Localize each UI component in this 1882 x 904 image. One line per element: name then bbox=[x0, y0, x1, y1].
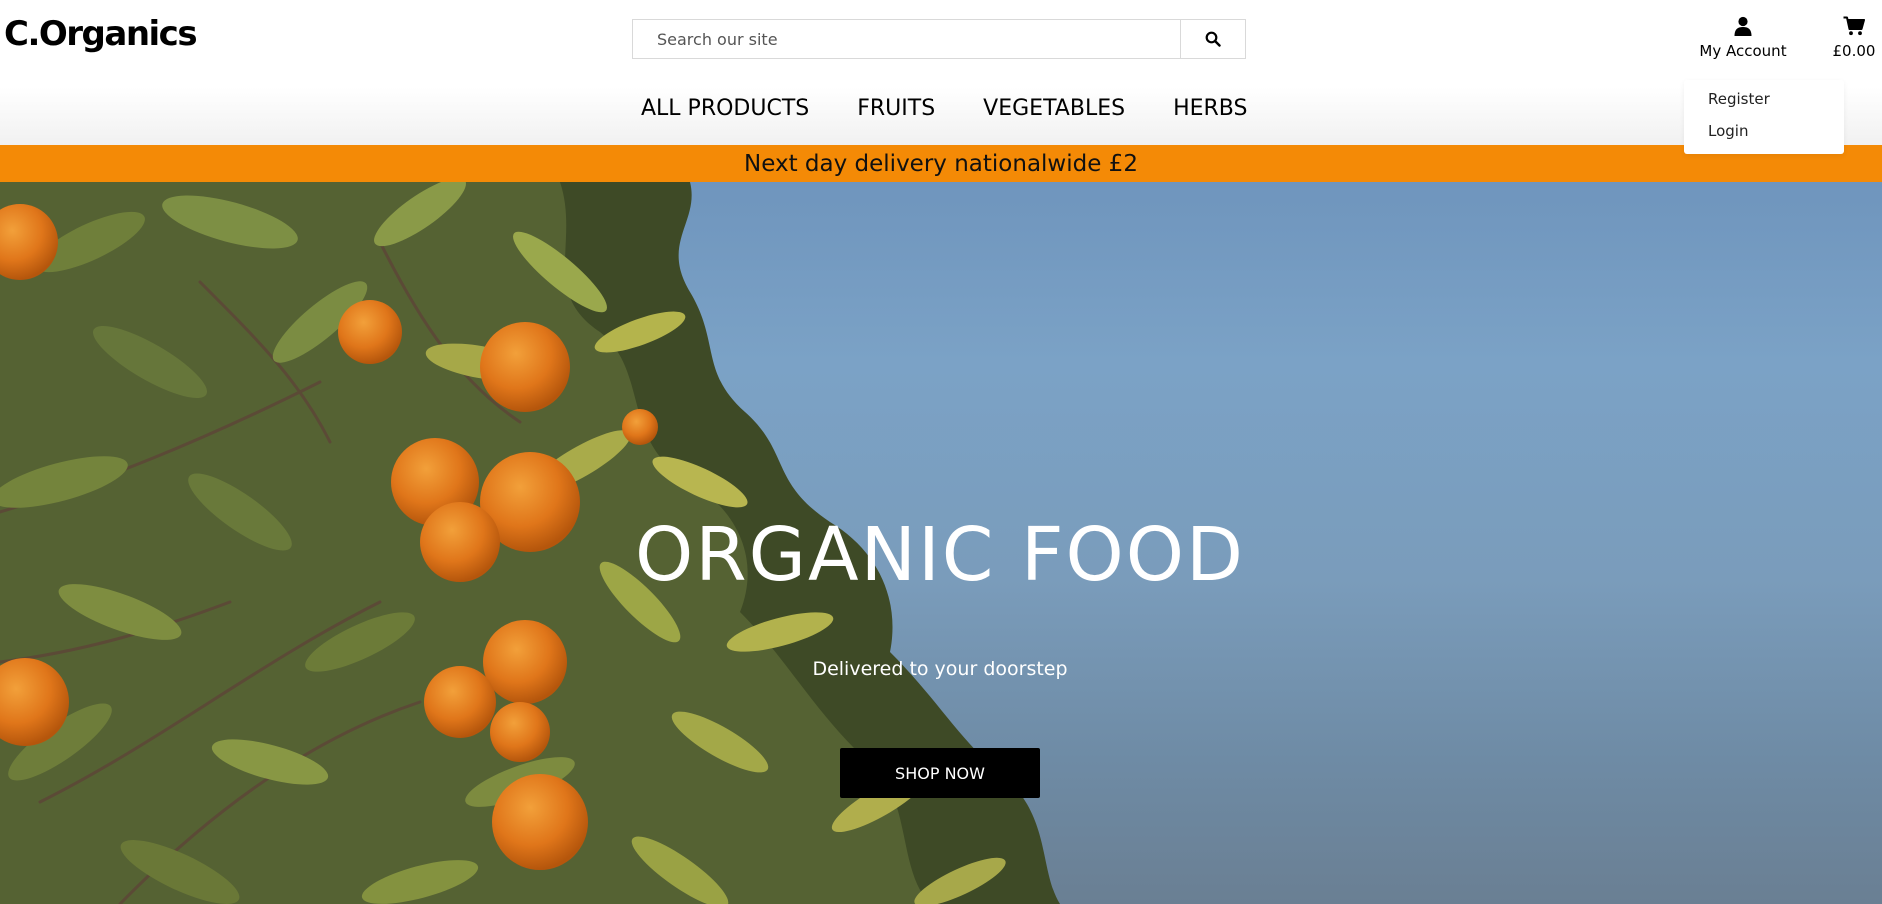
shop-now-button[interactable]: SHOP NOW bbox=[840, 748, 1040, 798]
nav-fruits[interactable]: FRUITS bbox=[857, 96, 935, 121]
account-dropdown: Register Login bbox=[1684, 80, 1844, 154]
register-link[interactable]: Register bbox=[1684, 83, 1844, 115]
cart-icon bbox=[1843, 16, 1865, 36]
delivery-banner: Next day delivery nationalwide £2 bbox=[0, 145, 1882, 182]
hero-title: ORGANIC FOOD bbox=[634, 512, 1246, 598]
user-icon bbox=[1734, 16, 1752, 36]
cart-button[interactable]: £0.00 bbox=[1826, 16, 1882, 60]
site-header: C.Organics ALL PRODUCTS FRUITS VEGETABLE… bbox=[0, 0, 1882, 154]
site-logo[interactable]: C.Organics bbox=[4, 14, 198, 54]
search-button[interactable] bbox=[1180, 20, 1245, 58]
nav-vegetables[interactable]: VEGETABLES bbox=[983, 96, 1125, 121]
nav-herbs[interactable]: HERBS bbox=[1173, 96, 1247, 121]
search-form bbox=[632, 19, 1246, 59]
delivery-banner-text: Next day delivery nationalwide £2 bbox=[744, 150, 1138, 177]
search-input[interactable] bbox=[633, 20, 1180, 58]
search-icon bbox=[1205, 31, 1221, 47]
nav-all-products[interactable]: ALL PRODUCTS bbox=[641, 96, 809, 121]
cart-total: £0.00 bbox=[1832, 42, 1876, 60]
login-link[interactable]: Login bbox=[1684, 115, 1844, 147]
main-nav: ALL PRODUCTS FRUITS VEGETABLES HERBS bbox=[641, 96, 1295, 121]
hero-subtitle: Delivered to your doorstep bbox=[812, 658, 1068, 680]
hero-section: ORGANIC FOOD Delivered to your doorstep … bbox=[0, 182, 1882, 904]
my-account-label: My Account bbox=[1699, 42, 1787, 60]
my-account-button[interactable]: My Account bbox=[1690, 16, 1796, 60]
